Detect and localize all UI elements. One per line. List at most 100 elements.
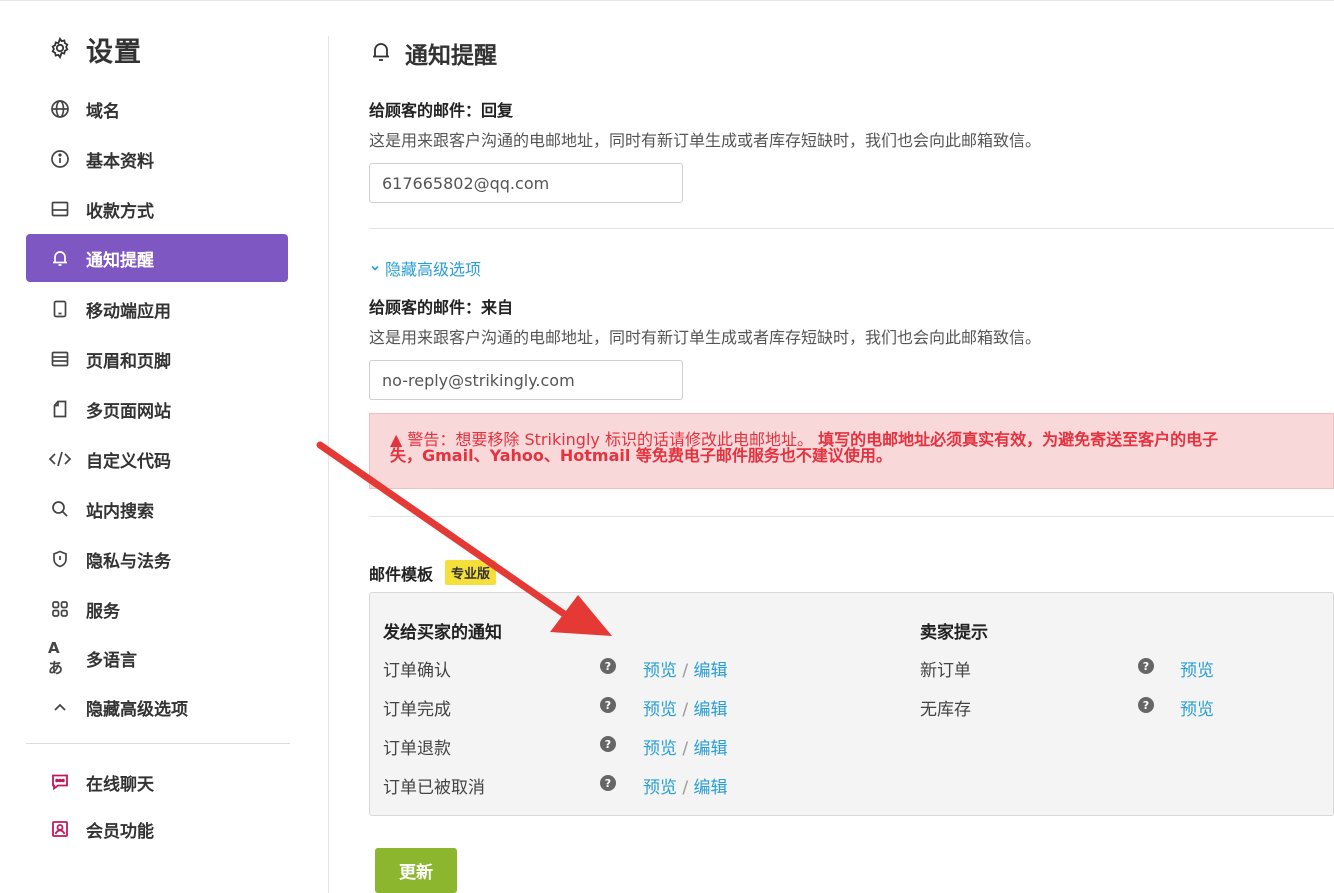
sidebar-item-label: 自定义代码 [86, 451, 171, 472]
sidebar-item-label: 域名 [86, 101, 120, 122]
help-icon[interactable]: ? [600, 658, 616, 674]
sidebar-divider [26, 743, 290, 744]
buyer-row-order-refund: 订单退款 [383, 739, 451, 759]
sidebar-item-live-chat[interactable]: 在线聊天 [26, 758, 288, 806]
buyer-row-order-complete: 订单完成 [383, 700, 451, 720]
reply-email-field[interactable] [369, 163, 683, 203]
pages-icon [48, 397, 72, 421]
preview-link[interactable]: 预览 [1180, 661, 1214, 681]
buyer-notifications-heading: 发给买家的通知 [383, 623, 502, 643]
sidebar-item-label: 多页面网站 [86, 401, 171, 422]
edit-link[interactable]: 编辑 [694, 739, 728, 759]
mobile-icon [48, 297, 72, 321]
from-email-description: 这是用来跟客户沟通的电邮地址，同时有新订单生成或者库存短缺时，我们也会向此邮箱致… [369, 328, 1042, 347]
preview-link[interactable]: 预览 [643, 700, 677, 720]
sidebar-item-membership[interactable]: 会员功能 [26, 805, 288, 853]
email-templates-box: 发给买家的通知 卖家提示 订单确认 ? 预览 / 编辑 订单完成 ? 预览 / … [369, 592, 1334, 816]
grid-icon [48, 597, 72, 621]
buyer-row-links: 预览 / 编辑 [643, 773, 728, 798]
notifications-panel: 通知提醒 给顾客的邮件：回复 这是用来跟客户沟通的电邮地址，同时有新订单生成或者… [369, 0, 1334, 893]
hide-advanced-label: 隐藏高级选项 [385, 260, 482, 279]
page-title: 通知提醒 [369, 36, 497, 70]
link-separator: / [682, 661, 689, 681]
sidebar-item-privacy-legal[interactable]: 隐私与法务 [26, 535, 288, 583]
edit-link[interactable]: 编辑 [694, 700, 728, 720]
preview-link[interactable]: 预览 [643, 778, 677, 798]
warning-strong-text-2: 失，Gmail、Yahoo、Hotmail 等免费电子邮件服务也不建议使用。 [390, 446, 892, 465]
reply-email-label: 给顾客的邮件：回复 [369, 101, 514, 120]
from-email-field[interactable] [369, 360, 683, 400]
seller-row-new-order: 新订单 [920, 661, 971, 681]
info-icon [48, 147, 72, 171]
sidebar-item-label: 隐私与法务 [86, 551, 171, 572]
link-separator: / [682, 739, 689, 759]
help-icon[interactable]: ? [1138, 697, 1154, 713]
sidebar-separator [328, 36, 329, 893]
help-icon[interactable]: ? [600, 775, 616, 791]
buyer-row-order-cancelled: 订单已被取消 [383, 778, 485, 798]
buyer-row-order-confirm: 订单确认 [383, 661, 451, 681]
sidebar-item-notifications[interactable]: 通知提醒 [26, 234, 288, 282]
bell-icon [48, 246, 72, 270]
sidebar-item-multipage[interactable]: 多页面网站 [26, 385, 288, 433]
preview-link[interactable]: 预览 [643, 739, 677, 759]
language-icon: Aあ [48, 638, 64, 677]
buyer-row-links: 预览 / 编辑 [643, 695, 728, 720]
sidebar-item-label: 隐藏高级选项 [86, 699, 188, 720]
preview-link[interactable]: 预览 [1180, 700, 1214, 720]
seller-alerts-heading: 卖家提示 [920, 623, 988, 643]
settings-sidebar: 设置 域名 基本资料 收款方式 通知提醒 移动端应用 页眉和页脚 多页面网站 自… [0, 0, 330, 893]
search-icon [48, 497, 72, 521]
sidebar-item-basic-info[interactable]: 基本资料 [26, 135, 288, 183]
help-icon[interactable]: ? [1138, 658, 1154, 674]
sidebar-item-hide-advanced[interactable]: 隐藏高级选项 [26, 683, 288, 731]
from-email-label: 给顾客的邮件：来自 [369, 298, 514, 317]
section-divider [369, 228, 1334, 229]
gear-icon [48, 36, 72, 64]
sidebar-item-label: 通知提醒 [86, 250, 154, 271]
chat-icon [48, 770, 72, 794]
buyer-row-links: 预览 / 编辑 [643, 734, 728, 759]
seller-row-links: 预览 [1180, 656, 1214, 681]
seller-row-out-of-stock: 无库存 [920, 700, 971, 720]
sidebar-item-label: 会员功能 [86, 821, 154, 842]
globe-icon [48, 97, 72, 121]
sidebar-item-services[interactable]: 服务 [26, 585, 288, 633]
wallet-icon [48, 197, 72, 221]
email-templates-label: 邮件模板 [369, 564, 434, 584]
chevron-up-icon [48, 695, 72, 719]
sidebar-item-label: 基本资料 [86, 151, 154, 172]
sidebar-item-label: 在线聊天 [86, 774, 154, 795]
link-separator: / [682, 778, 689, 798]
code-icon [48, 447, 72, 471]
page-title-text: 通知提醒 [405, 43, 497, 69]
pro-badge: 专业版 [445, 560, 497, 585]
bell-icon [369, 39, 393, 67]
sidebar-title: 设置 [48, 30, 142, 69]
sidebar-item-multilanguage[interactable]: Aあ 多语言 [26, 634, 288, 682]
layout-icon [48, 347, 72, 371]
hide-advanced-toggle[interactable]: 隐藏高级选项 [369, 256, 481, 280]
sidebar-item-payment[interactable]: 收款方式 [26, 185, 288, 233]
email-templates-heading: 邮件模板 专业版 [369, 560, 497, 585]
sidebar-item-custom-code[interactable]: 自定义代码 [26, 435, 288, 483]
edit-link[interactable]: 编辑 [694, 661, 728, 681]
sidebar-title-text: 设置 [86, 37, 142, 68]
help-icon[interactable]: ? [600, 736, 616, 752]
sidebar-item-domain[interactable]: 域名 [26, 85, 288, 133]
help-icon[interactable]: ? [600, 697, 616, 713]
sidebar-item-header-footer[interactable]: 页眉和页脚 [26, 335, 288, 383]
buyer-row-links: 预览 / 编辑 [643, 656, 728, 681]
update-button[interactable]: 更新 [375, 848, 457, 893]
sidebar-item-label: 收款方式 [86, 201, 154, 222]
member-icon [48, 817, 72, 841]
sidebar-item-label: 站内搜索 [86, 501, 154, 522]
sidebar-item-label: 页眉和页脚 [86, 351, 171, 372]
sidebar-item-label: 多语言 [86, 650, 137, 671]
sidebar-item-site-search[interactable]: 站内搜索 [26, 485, 288, 533]
preview-link[interactable]: 预览 [643, 661, 677, 681]
seller-row-links: 预览 [1180, 695, 1214, 720]
shield-icon [48, 547, 72, 571]
edit-link[interactable]: 编辑 [694, 778, 728, 798]
sidebar-item-mobile-app[interactable]: 移动端应用 [26, 285, 288, 333]
